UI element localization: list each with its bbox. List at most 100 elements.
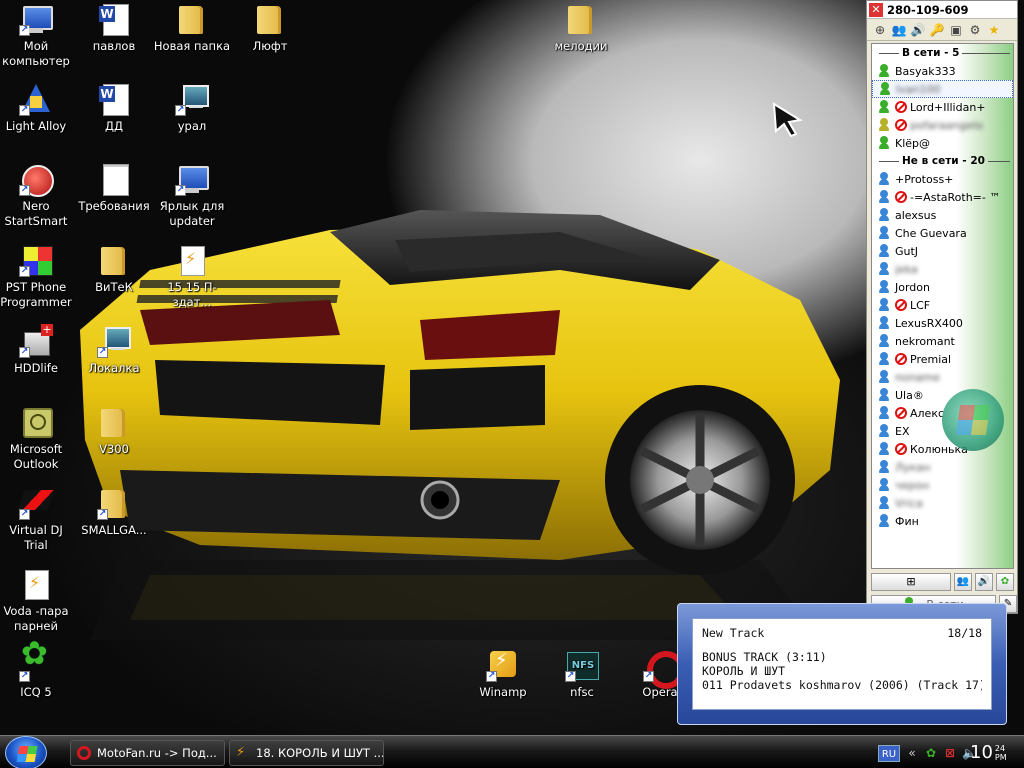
folder-icon [564,2,598,36]
desktop-icon-outlook[interactable]: Microsoft Outlook [0,405,75,472]
desktop-icon-label: Winamp [479,685,527,699]
contact-item[interactable]: LexusRX400 [872,314,1013,332]
desktop-icon-smallga[interactable]: ↗ SMALLGA... [75,486,153,538]
desktop-icon-luft[interactable]: Люфт [231,2,309,54]
clock-ampm: PM [994,753,1007,762]
contact-item[interactable]: Jordon [872,278,1013,296]
desktop-icon-hddlife[interactable]: ↗ HDDlife [0,324,75,376]
offline-status-icon [878,280,890,294]
taskbar-item-motofan[interactable]: MotoFan.ru -> Под... [70,740,225,766]
offline-status-icon [878,514,890,528]
contact-name: Ula® [895,388,924,402]
start-button[interactable] [5,736,47,768]
users-icon[interactable]: 👥 [891,22,907,38]
icq-flower-icon[interactable]: ✿ [996,573,1014,591]
computer-icon: ↗ [19,2,53,36]
contact-item[interactable]: -=AstaRoth=- ™ [872,188,1013,206]
desktop-icon-label: Microsoft Outlook [9,442,63,471]
desktop-icon-lokalka[interactable]: ↗ Локалка [75,324,153,376]
contact-item[interactable]: LCF [872,296,1013,314]
chevron-icon[interactable]: « [905,746,919,760]
contact-item[interactable]: noname [872,368,1013,386]
blocked-icon [895,299,907,311]
icq-flower-icon[interactable]: ✿ [924,746,938,760]
desktop-icon-label: Люфт [252,39,288,53]
contact-group-header[interactable]: Не в сети - 20 [872,152,1013,170]
taskbar-item-aimp[interactable]: ⚡ 18. КОРОЛЬ И ШУТ ... [229,740,384,766]
contact-item[interactable]: GutJ [872,242,1013,260]
desktop-icon-vitek[interactable]: ВиТеК [75,243,153,295]
icq-contact-list-window[interactable]: ✕ 280-109-609 ⊕ 👥 🔊 🔑 ▣ ⚙ ★ В сети - 5 Ba… [866,0,1018,614]
contact-list[interactable]: В сети - 5 Basyak333 Ivan100 Lord+Illidan+ p… [871,43,1014,569]
sound-icon[interactable]: 🔊 [910,22,926,38]
contact-item[interactable]: jeka [872,260,1013,278]
contact-item[interactable]: черон [872,476,1013,494]
icq-titlebar[interactable]: ✕ 280-109-609 [867,1,1017,19]
desktop-icon-pavlov[interactable]: павлов [75,2,153,54]
close-icon[interactable]: ✕ [869,2,883,17]
desktop-icon-new-folder[interactable]: Новая папка [153,2,231,54]
system-tray: RU « ✿ ⊠ 🔈 [878,740,977,766]
contact-item[interactable]: Basyak333 [872,62,1013,80]
contact-item[interactable]: alexsus [872,206,1013,224]
nero-icon: ↗ [19,162,54,197]
offline-status-icon [878,208,890,222]
desktop-icon-light-alloy[interactable]: ↗ Light Alloy [0,82,75,134]
desktop-icon-nero[interactable]: ↗ Nero StartSmart [0,162,75,229]
folder-icon [97,243,131,277]
popup-file-name: 011 Prodavets koshmarov (2006) (Track 17… [702,678,982,692]
outlook-icon [19,405,53,439]
key-icon[interactable]: 🔑 [929,22,945,38]
contact-item[interactable]: Фин [872,512,1013,530]
desktop-icon-pst[interactable]: ↗ PST Phone Programmer [0,243,75,310]
network-disconnected-icon[interactable]: ⊠ [943,746,957,760]
blocked-icon [895,353,907,365]
offline-status-icon [878,244,890,258]
desktop-icon-dd[interactable]: ДД [75,82,153,134]
contact-item[interactable]: Klёp@ [872,134,1013,152]
desktop-icon-voda[interactable]: Voda -пара парней [0,567,75,634]
contact-item[interactable]: nekromant [872,332,1013,350]
contact-item[interactable]: Premial [872,350,1013,368]
sound-icon[interactable]: 🔊 [975,573,993,591]
folder-icon [253,2,287,36]
gear-icon[interactable]: ⚙ [967,22,983,38]
main-menu-icon[interactable]: ⊕ [872,22,888,38]
desktop-icon-label: урал [177,119,207,133]
window-shortcut-icon: ↗ [175,162,209,196]
contact-item[interactable]: Che Guevara [872,224,1013,242]
contact-item[interactable]: +Protoss+ [872,170,1013,188]
desktop-icon-nfsc[interactable]: ↗ nfsc [543,648,621,700]
contact-item[interactable]: Лукан [872,458,1013,476]
desktop-icon-icq5[interactable]: ↗ ICQ 5 [0,646,75,700]
desktop-icon-my-computer[interactable]: ↗ Мой компьютер [0,2,75,69]
history-icon[interactable]: ▣ [948,22,964,38]
desktop-icon-winamp[interactable]: ↗ Winamp [464,648,542,700]
clock[interactable]: 10 24 PM [970,740,1007,766]
contact-name: +Protoss+ [895,172,954,186]
desktop-icon-updater[interactable]: ↗ Ярлык для updater [153,162,231,229]
contact-group-header[interactable]: В сети - 5 [872,44,1013,62]
windows-menu-button[interactable]: ⊞ [871,573,951,591]
users-icon[interactable]: 👥 [954,573,972,591]
contact-item[interactable]: pofaraangelo [872,116,1013,134]
desktop-icon-label: ICQ 5 [20,685,52,699]
offline-status-icon [878,226,890,240]
desktop-icon-file15[interactable]: 15 15 П-здат... [153,243,231,310]
desktop-icon-ural[interactable]: ↗ урал [153,82,231,134]
offline-status-icon [878,370,890,384]
contact-item[interactable]: Vrica [872,494,1013,512]
desktop-icon-melodii[interactable]: мелодии [542,2,620,54]
desktop-icon-trebovaniya[interactable]: Требования [75,162,153,214]
star-icon[interactable]: ★ [986,22,1002,38]
offline-status-icon [878,190,890,204]
desktop-icon-v300[interactable]: V300 [75,405,153,457]
desktop-icon-vdj[interactable]: ↗ Virtual DJ Trial [0,486,75,553]
offline-status-icon [878,298,890,312]
contact-item[interactable]: Ivan100 [872,80,1013,98]
track-notification-popup[interactable]: New Track 18/18 BONUS TRACK (3:11) КОРОЛ… [677,603,1007,725]
contact-item[interactable]: Lord+Illidan+ [872,98,1013,116]
language-indicator[interactable]: RU [878,744,900,762]
aimp-playlist-icon [19,567,53,601]
nfs-icon: ↗ [565,648,599,682]
